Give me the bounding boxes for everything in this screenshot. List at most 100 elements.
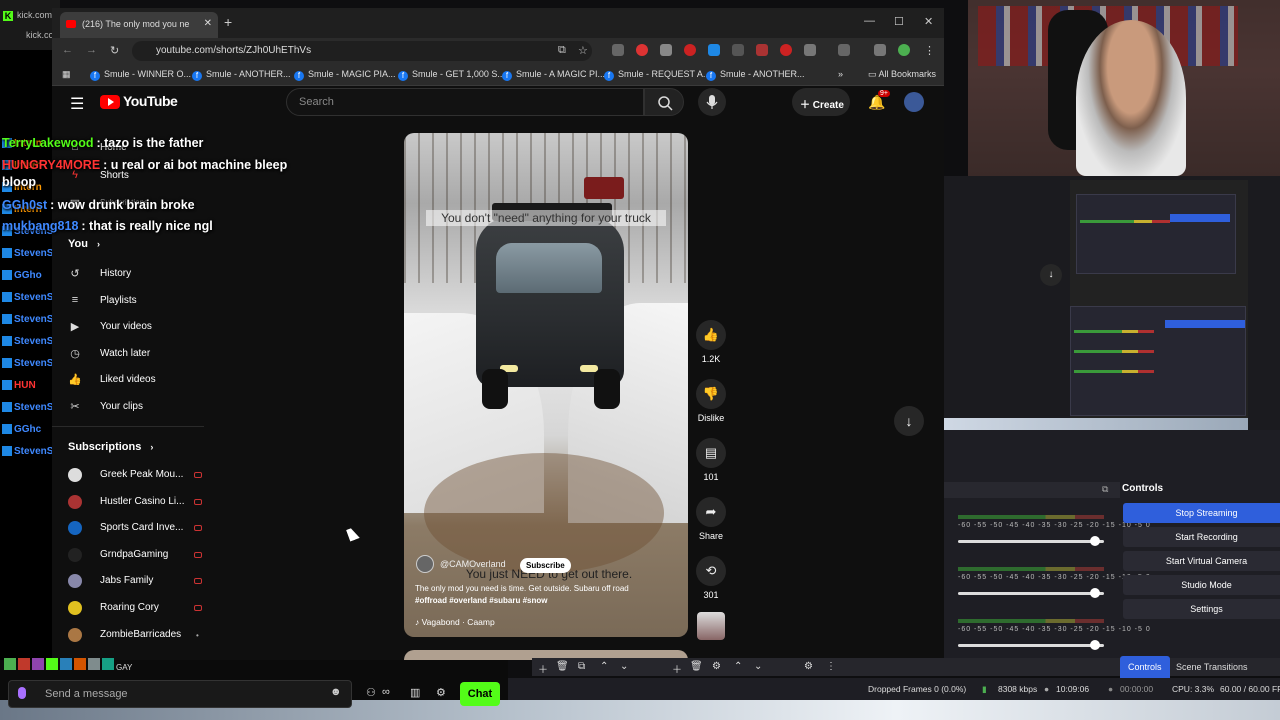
gear-icon[interactable]: ⚙ [804,661,813,672]
dock-popout-icon[interactable]: ⧉ [1102,484,1108,495]
chat-username[interactable]: GGh0st [2,198,47,212]
menu-dots-icon[interactable]: ⋮ [826,661,836,672]
trash-icon[interactable]: 🗑 [556,661,569,672]
send-message-input[interactable]: Send a message [8,680,352,708]
volume-slider[interactable] [958,540,1104,543]
group-icon[interactable]: ⚇ [366,686,376,699]
more-bookmarks-icon[interactable]: » [838,69,843,79]
bookmark-star-icon[interactable]: ☆ [578,44,588,57]
comments-button[interactable]: ▤ 101 [696,438,726,482]
stop-streaming-button[interactable]: Stop Streaming [1123,503,1280,523]
gear-icon[interactable]: ⚙ [436,686,446,699]
bookmark-item[interactable]: f Smule - GET 1,000 S... [398,69,505,81]
obs-scroll-icon[interactable]: ↓ [1040,264,1062,286]
chat-username[interactable]: TerryLakewood [2,136,93,150]
gear-icon[interactable]: ⚙ [712,661,721,672]
chat-username[interactable]: StevenS [14,292,53,303]
you-section-header[interactable]: You › [68,238,100,250]
hamburger-menu-icon[interactable]: ☰ [70,94,84,114]
emote-icon[interactable] [4,658,16,670]
apps-grid-icon[interactable]: ▦ [62,69,71,80]
share-button[interactable]: ➦ Share [696,497,726,541]
url-field[interactable]: youtube.com/shorts/ZJh0UhEThVs [132,41,592,61]
extension-icon[interactable] [732,44,744,56]
emote-icon[interactable] [102,658,114,670]
puzzle-icon[interactable] [804,44,816,56]
bookmark-item[interactable]: f Smule - REQUEST A... [604,69,710,81]
chat-username[interactable]: HUN [14,380,36,391]
account-avatar[interactable] [904,92,924,112]
settings-button[interactable]: Settings [1123,599,1280,619]
volume-slider[interactable] [958,592,1104,595]
bookmark-item[interactable]: f Smule - WINNER O... [90,69,191,81]
close-tab-icon[interactable]: ✕ [204,18,212,29]
add-icon[interactable]: ＋ [538,661,548,676]
sound-thumbnail[interactable] [697,612,725,640]
reload-icon[interactable]: ↻ [110,44,119,57]
all-bookmarks[interactable]: ▭ All Bookmarks [868,69,936,80]
kick-tab-label-secondary[interactable]: kick.co [26,30,54,40]
studio-mode-button[interactable]: Studio Mode [1123,575,1280,595]
volume-slider[interactable] [958,644,1104,647]
subscriptions-section-header[interactable]: Subscriptions › [68,441,153,453]
voice-search-button[interactable] [698,88,726,116]
next-video-button[interactable]: ↓ [894,406,924,436]
forward-icon[interactable]: → [86,44,97,56]
store-icon[interactable]: ▥ [410,686,420,699]
install-icon[interactable]: ⧉ [558,44,566,57]
music-info[interactable]: ♪ Vagabond · Caamp [415,617,495,627]
tab-controls[interactable]: Controls [1120,656,1170,678]
youtube-logo-text[interactable]: YouTube [123,93,178,109]
profile-avatar[interactable] [898,44,910,56]
channel-avatar[interactable] [416,555,434,573]
chat-username[interactable]: mukbang818 [2,219,78,233]
extension-icon[interactable] [874,44,886,56]
new-tab-icon[interactable]: + [224,14,232,30]
chat-username[interactable]: StevenS [14,446,53,457]
move-up-icon[interactable]: ⌃ [600,661,608,672]
chat-username[interactable]: StevenS [14,314,53,325]
emote-icon[interactable] [60,658,72,670]
bookmark-item[interactable]: f Smule - ANOTHER... [706,69,805,81]
chat-username[interactable]: GGho [14,270,42,281]
emote-icon[interactable] [74,658,86,670]
microphone-icon[interactable] [18,687,26,699]
search-button[interactable] [644,88,684,116]
volume-slider-handle[interactable] [1090,536,1100,546]
filter-icon[interactable]: ⧉ [578,661,585,672]
extension-icon[interactable] [780,44,792,56]
chat-username[interactable]: StevenS [14,248,53,259]
tab-youtube-short[interactable]: (216) The only mod you ne ✕ [60,12,218,38]
subscribe-button[interactable]: Subscribe [520,558,571,573]
chat-username[interactable]: StevenS [14,402,53,413]
volume-slider-handle[interactable] [1090,640,1100,650]
move-down-icon[interactable]: ⌄ [620,661,628,672]
dislike-button[interactable]: 👎 Dislike [696,379,726,423]
close-window-icon[interactable]: ✕ [924,15,933,28]
create-button[interactable]: ＋ Create [792,88,850,116]
extension-icon[interactable] [708,44,720,56]
emote-icon[interactable] [46,658,58,670]
move-down-icon[interactable]: ⌄ [754,661,762,672]
like-button[interactable]: 👍 1.2K [696,320,726,364]
chat-button[interactable]: Chat [460,682,500,706]
start-virtual-camera-button[interactable]: Start Virtual Camera [1123,551,1280,571]
menu-dots-icon[interactable]: ⋮ [924,44,935,57]
emote-bar[interactable]: GAY [4,658,132,672]
bookmark-item[interactable]: f Smule - ANOTHER... [192,69,291,81]
glasses-icon[interactable]: ∞ [382,686,390,698]
sidepanel-icon[interactable] [838,44,850,56]
back-icon[interactable]: ← [62,44,73,56]
emoji-icon[interactable]: ☻ [330,686,342,698]
minimize-icon[interactable]: — [864,15,875,27]
volume-slider-handle[interactable] [1090,588,1100,598]
chat-username[interactable]: StevenS [14,358,53,369]
chat-username[interactable]: HUNGRY4MORE [2,158,100,172]
remix-button[interactable]: ⟲ 301 [696,556,726,600]
start-recording-button[interactable]: Start Recording [1123,527,1280,547]
extension-icon[interactable] [684,44,696,56]
chat-username[interactable]: GGhc [14,424,41,435]
extension-icon[interactable] [756,44,768,56]
shorts-video-player[interactable]: You don't "need" anything for your truck… [404,133,688,637]
maximize-icon[interactable]: ☐ [894,15,904,28]
